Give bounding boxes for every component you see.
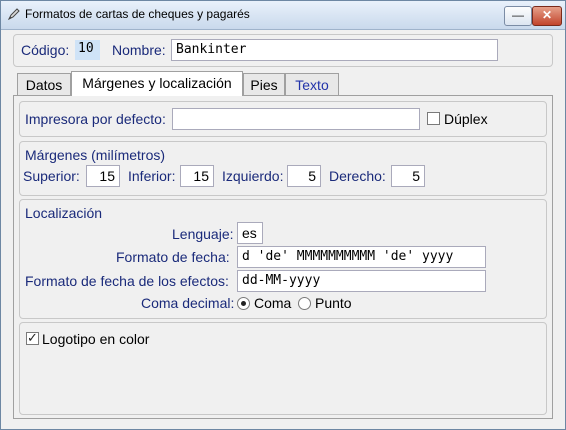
dialog-window: Formatos de cartas de cheques y pagarés … <box>0 0 566 430</box>
derecho-field[interactable]: 5 <box>391 165 425 187</box>
logotipo-label: Logotipo en color <box>42 331 150 347</box>
minimize-button[interactable]: — <box>504 6 532 26</box>
tab-pies[interactable]: Pies <box>243 73 285 95</box>
printer-group: Impresora por defecto: Dúplex <box>19 101 547 137</box>
tab-texto[interactable]: Texto <box>285 73 339 95</box>
formato-efectos-field[interactable]: dd-MM-yyyy <box>237 270 486 292</box>
close-icon: ✕ <box>541 8 553 22</box>
pen-tool-icon <box>7 8 20 21</box>
inferior-label: Inferior: <box>128 168 176 184</box>
punto-label: Punto <box>315 295 352 311</box>
nombre-field[interactable]: Bankinter <box>171 39 498 61</box>
formato-fecha-field[interactable]: d 'de' MMMMMMMMMM 'de' yyyy <box>237 246 486 268</box>
coma-radio[interactable] <box>237 297 250 310</box>
printer-field[interactable] <box>172 108 420 130</box>
window-title: Formatos de cartas de cheques y pagarés <box>25 7 250 21</box>
minimize-icon: — <box>512 8 524 22</box>
close-button[interactable]: ✕ <box>532 6 562 26</box>
superior-field[interactable]: 15 <box>86 165 120 187</box>
locale-title: Localización <box>25 205 103 221</box>
header-panel: Código: 10 Nombre: Bankinter <box>13 34 553 67</box>
printer-label: Impresora por defecto: <box>25 111 166 127</box>
margins-title: Márgenes (milímetros) <box>25 147 166 163</box>
inferior-field[interactable]: 15 <box>180 165 214 187</box>
duplex-checkbox[interactable] <box>427 112 440 125</box>
logotipo-checkbox[interactable] <box>26 330 39 346</box>
tab-datos[interactable]: Datos <box>17 73 71 95</box>
formato-fecha-label: Formato de fecha: <box>116 249 230 265</box>
coma-decimal-label: Coma decimal: <box>141 295 235 311</box>
superior-label: Superior: <box>23 168 80 184</box>
izquierdo-label: Izquierdo: <box>222 168 284 184</box>
coma-label: Coma <box>254 295 292 311</box>
formato-efectos-label: Formato de fecha de los efectos: <box>25 273 229 289</box>
izquierdo-field[interactable]: 5 <box>287 165 321 187</box>
logo-group: Logotipo en color <box>19 322 547 415</box>
title-bar: Formatos de cartas de cheques y pagarés … <box>1 1 565 30</box>
codigo-label: Código: <box>21 42 70 58</box>
tab-margenes[interactable]: Márgenes y localización <box>71 71 243 96</box>
margins-group: Márgenes (milímetros) Superior: 15 Infer… <box>19 141 547 196</box>
duplex-label: Dúplex <box>444 111 488 127</box>
lenguaje-label: Lenguaje: <box>172 226 234 242</box>
nombre-label: Nombre: <box>112 42 166 58</box>
codigo-field[interactable]: 10 <box>75 40 100 60</box>
lenguaje-field[interactable]: es <box>237 222 263 244</box>
locale-group: Localización Lenguaje: es Formato de fec… <box>19 199 547 319</box>
derecho-label: Derecho: <box>329 168 386 184</box>
punto-radio[interactable] <box>298 297 311 310</box>
